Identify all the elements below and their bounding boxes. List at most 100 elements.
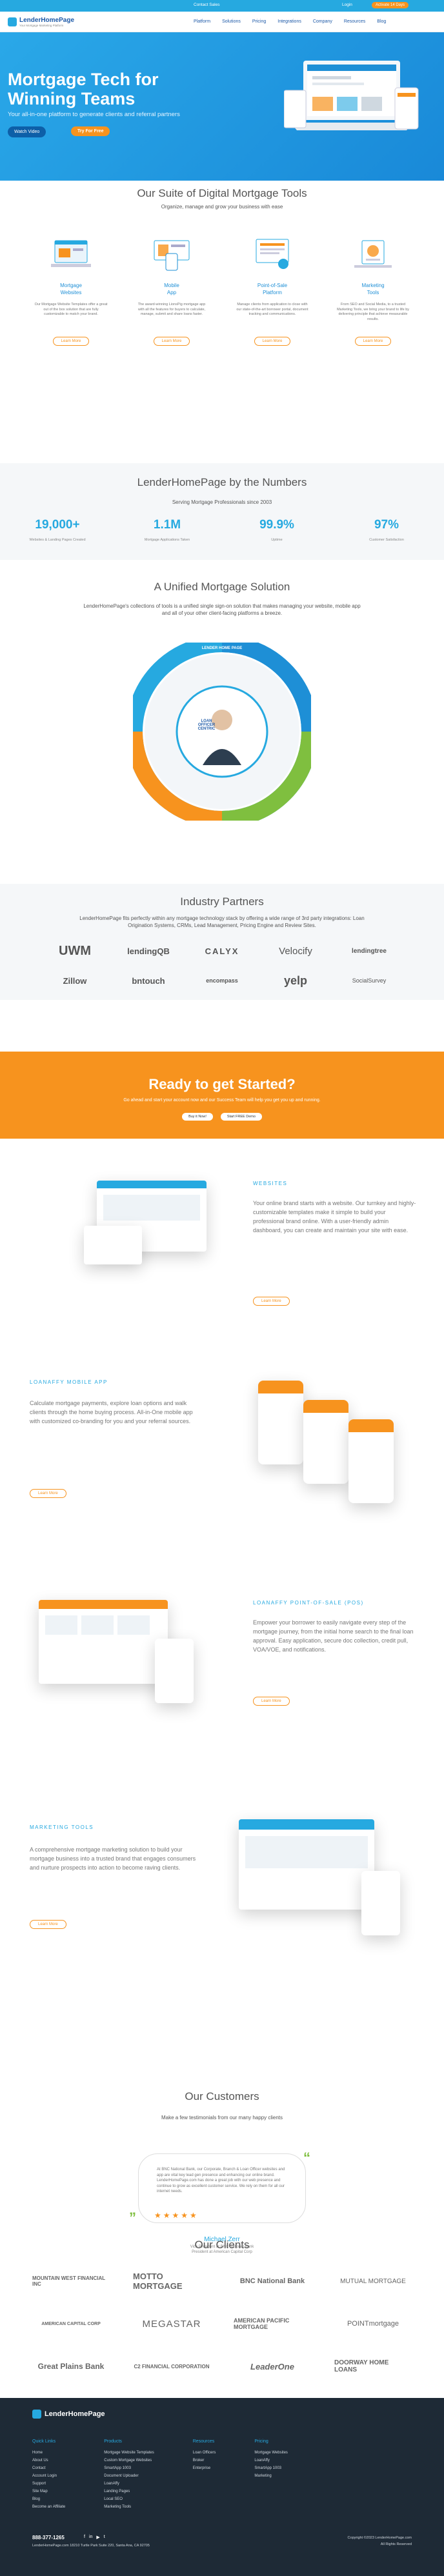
card-title: Point-of-Sale Platform	[257, 283, 288, 295]
partners-section: Industry Partners LenderHomePage fits pe…	[0, 884, 444, 1000]
footer-phone[interactable]: 888-377-1265	[32, 2535, 65, 2541]
learn-more-button[interactable]: Learn More	[153, 337, 190, 346]
linkedin-icon[interactable]: in	[89, 2535, 92, 2540]
facebook-icon[interactable]: f	[84, 2535, 85, 2540]
learn-more-button[interactable]: Learn More	[253, 1697, 290, 1706]
nav-link-resources[interactable]: Resources	[344, 19, 365, 24]
try-free-button[interactable]: Try For Free	[71, 126, 110, 136]
feature-text: A comprehensive mortgage marketing solut…	[30, 1846, 196, 1871]
client-logo: AMERICAN CAPITAL CORP	[41, 2321, 101, 2326]
footer-link[interactable]: LoanAffy	[104, 2480, 154, 2488]
footer-link[interactable]: Custom Mortgage Websites	[104, 2457, 154, 2464]
footer-link[interactable]: Site Map	[32, 2488, 65, 2495]
client-logo: MEGASTAR	[142, 2318, 201, 2330]
stat-uptime: 99.9% Uptime	[259, 518, 294, 542]
footer-link[interactable]: LoanAffy	[254, 2457, 288, 2464]
footer-link[interactable]: SmartApp 1003	[254, 2464, 288, 2472]
nav-link-company[interactable]: Company	[313, 19, 332, 24]
footer-link[interactable]: Landing Pages	[104, 2488, 154, 2495]
partner-logo: encompass	[206, 977, 238, 984]
feature-marketing: MARKETING TOOLS A comprehensive mortgage…	[0, 1793, 444, 2064]
partner-logo: lendingQB	[127, 946, 170, 956]
footer-link[interactable]: Broker	[193, 2457, 216, 2464]
footer-link[interactable]: Loan Officers	[193, 2449, 216, 2457]
watch-video-button[interactable]: Watch Video	[8, 126, 46, 137]
buy-now-button[interactable]: Buy it Now!	[182, 1113, 213, 1121]
contact-sales-link[interactable]: Contact Sales	[194, 3, 219, 7]
footer: LenderHomePage Quick Links Home About Us…	[0, 2398, 444, 2576]
testimonial-card: At BNC National Bank, our Corporate, Bra…	[138, 2153, 306, 2223]
hero-subtitle: Your all-in-one platform to generate cli…	[8, 111, 180, 118]
card-text: Manage clients from application to close…	[236, 303, 308, 316]
mobile-app-illustration	[130, 234, 214, 273]
partner-logo: CALYX	[205, 946, 239, 956]
footer-link[interactable]: Document Uploader	[104, 2472, 154, 2480]
nav-link-solutions[interactable]: Solutions	[222, 19, 241, 24]
footer-link[interactable]: Support	[32, 2480, 65, 2488]
quote-open-icon: “	[303, 2150, 310, 2166]
footer-link[interactable]: Marketing Tools	[104, 2503, 154, 2511]
learn-more-button[interactable]: Learn More	[253, 1297, 290, 1306]
learn-more-button[interactable]: Learn More	[354, 337, 392, 346]
clients-title: Our Clients	[194, 2239, 250, 2251]
marketing-phone-screenshot	[361, 1871, 400, 1935]
footer-logo[interactable]: LenderHomePage	[32, 2410, 105, 2419]
card-title: Mortgage Websites	[60, 283, 82, 295]
footer-link[interactable]: Mortgage Website Templates	[104, 2449, 154, 2457]
learn-more-button[interactable]: Learn More	[254, 337, 291, 346]
twitter-icon[interactable]: t	[104, 2535, 105, 2540]
footer-link[interactable]: SmartApp 1003	[104, 2464, 154, 2472]
client-logo: C2 FINANCIAL CORPORATION	[134, 2363, 210, 2370]
card-text: The award-winning LionsPig mortgage app …	[137, 303, 206, 316]
feature-websites: WEBSITES Your online brand starts with a…	[0, 1155, 444, 1361]
suite-subtitle: Organize, manage and grow your business …	[161, 204, 283, 210]
nav-link-platform[interactable]: Platform	[194, 19, 210, 24]
activate-button[interactable]: Activate 14 Days	[372, 2, 409, 8]
client-logo: BNC National Bank	[239, 2277, 305, 2285]
social-icons: f in ▶ t	[84, 2535, 105, 2540]
logo[interactable]: LenderHomePage Your Mortgage Marketing P…	[8, 17, 74, 27]
suite-card-websites: Mortgage Websites Our Mortgage Website Te…	[29, 234, 113, 346]
client-logo: MOUNTAIN WEST FINANCIAL INC	[32, 2275, 106, 2287]
suite-title: Our Suite of Digital Mortgage Tools	[137, 187, 307, 199]
learn-more-button[interactable]: Learn More	[30, 1489, 66, 1498]
nav-link-integrations[interactable]: Integrations	[278, 19, 301, 24]
footer-link[interactable]: Become an Affiliate	[32, 2503, 65, 2511]
wheel-center-label: LOAN OFFICER CENTRIC	[197, 719, 216, 731]
testimonials-subtitle: Make a few testimonials from our many ha…	[161, 2115, 283, 2121]
card-text: Our Mortgage Website Templates offer a g…	[34, 303, 108, 316]
footer-link[interactable]: Mortgage Websites	[254, 2449, 288, 2457]
logo-icon	[32, 2410, 41, 2419]
nav-link-pricing[interactable]: Pricing	[252, 19, 266, 24]
footer-link[interactable]: Account Login	[32, 2472, 65, 2480]
footer-link[interactable]: About Us	[32, 2457, 65, 2464]
learn-more-button[interactable]: Learn More	[30, 1920, 66, 1929]
nav-link-blog[interactable]: Blog	[377, 19, 386, 24]
unified-section: A Unified Mortgage Solution LenderHomePa…	[0, 581, 444, 821]
footer-col-pricing: Pricing Mortgage Websites LoanAffy Smart…	[254, 2439, 288, 2511]
feature-text: Calculate mortgage payments, explore loa…	[30, 1400, 193, 1424]
footer-link[interactable]: Marketing	[254, 2472, 288, 2480]
websites-illustration	[29, 234, 113, 273]
footer-copyright: Copyright ©2023 LenderHomePage.com	[347, 2536, 412, 2540]
footer-link[interactable]: Blog	[32, 2495, 65, 2503]
footer-link[interactable]: Local SEO	[104, 2495, 154, 2503]
learn-more-button[interactable]: Learn More	[52, 337, 90, 346]
cta-banner: Ready to get Started? Go ahead and start…	[0, 1052, 444, 1139]
start-demo-button[interactable]: Start FREE Demo	[220, 1113, 262, 1121]
login-link[interactable]: Login	[342, 3, 352, 7]
footer-link[interactable]: Home	[32, 2449, 65, 2457]
feature-title: MARKETING TOOLS	[30, 1824, 94, 1830]
phone-screenshot	[303, 1400, 348, 1484]
footer-col-quick-links: Quick Links Home About Us Contact Accoun…	[32, 2439, 65, 2511]
pos-screenshot	[39, 1600, 168, 1684]
footer-link[interactable]: Contact	[32, 2464, 65, 2472]
partner-logo: yelp	[283, 973, 308, 987]
partner-logo: Velocify	[279, 945, 312, 957]
client-logo: Great Plains Bank	[37, 2362, 105, 2371]
hero-section: Mortgage Tech for Winning Teams Your all-…	[0, 32, 444, 181]
feature-title: WEBSITES	[253, 1181, 288, 1186]
footer-link[interactable]: Enterprise	[193, 2464, 216, 2472]
client-logo: LeaderOne	[250, 2361, 294, 2371]
youtube-icon[interactable]: ▶	[96, 2535, 99, 2540]
